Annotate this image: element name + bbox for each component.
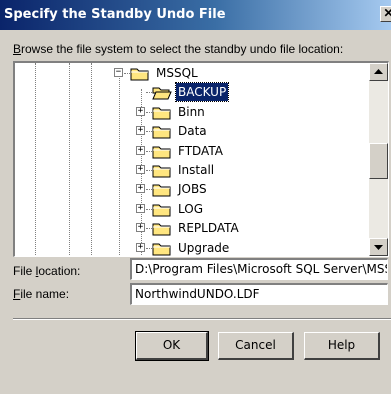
open-folder-icon (152, 85, 172, 101)
folder-icon (152, 124, 172, 140)
tree-guide-line (119, 73, 120, 256)
expand-icon[interactable]: + (136, 223, 145, 233)
scroll-down-button[interactable] (369, 238, 388, 256)
file-location-field[interactable]: D:\Program Files\Microsoft SQL Server\MS… (130, 258, 388, 280)
instruction-accelerator: B (13, 42, 22, 56)
file-name-label-post: ile name: (20, 287, 70, 301)
file-location-label-pre: File (13, 264, 36, 278)
tree-guide-line (91, 63, 92, 256)
tree-item-label: BACKUP (174, 82, 230, 103)
cancel-button[interactable]: Cancel (218, 332, 294, 360)
expand-icon[interactable]: + (136, 145, 145, 155)
expand-icon[interactable]: + (136, 203, 145, 213)
folder-icon (152, 241, 172, 256)
tree-item-label: LOG (178, 201, 204, 216)
help-button[interactable]: Help (304, 332, 380, 360)
tree-item-label: Binn (178, 104, 205, 119)
scroll-thumb[interactable] (369, 143, 388, 179)
tree-guide-line (69, 63, 70, 256)
file-location-label-post: ocation: (38, 264, 81, 278)
expand-icon[interactable]: + (136, 242, 145, 252)
tree-item-label: MSSQL (156, 66, 198, 80)
tree-item-label: Upgrade (178, 240, 230, 255)
tree-item-label: JOBS (178, 182, 207, 197)
file-name-field[interactable]: NorthwindUNDO.LDF (130, 283, 388, 305)
folder-tree[interactable]: − MSSQL BACKUP + Binn + Data + FTDATA + Install + JO… (13, 61, 389, 257)
tree-item-label: REPLDATA (178, 221, 239, 236)
file-name-label: File name: (13, 287, 69, 301)
expand-icon[interactable]: + (136, 126, 145, 136)
file-name-value: NorthwindUNDO.LDF (135, 287, 260, 301)
close-icon: ✕ (383, 6, 391, 20)
title-bar[interactable]: Specify the Standby Undo File ✕ (0, 0, 391, 30)
file-location-value: D:\Program Files\Microsoft SQL Server\MS… (135, 262, 388, 276)
folder-icon (152, 105, 172, 121)
arrow-up-icon (374, 69, 383, 74)
tree-scrollbar[interactable] (369, 63, 388, 256)
collapse-icon[interactable]: − (114, 68, 123, 77)
tree-item-label: Install (178, 163, 215, 177)
folder-icon (130, 66, 150, 82)
folder-icon (152, 202, 172, 218)
expand-icon[interactable]: + (136, 184, 145, 194)
arrow-down-icon (374, 245, 383, 250)
folder-icon (152, 144, 172, 160)
file-location-label: File location: (13, 264, 80, 278)
tree-guide-line (35, 63, 36, 256)
folder-icon (152, 182, 172, 198)
expand-icon[interactable]: + (136, 165, 145, 174)
ok-button[interactable]: OK (135, 331, 209, 361)
close-button[interactable]: ✕ (380, 6, 391, 22)
folder-icon (152, 221, 172, 237)
instruction-text: Browse the file system to select the sta… (13, 42, 343, 56)
expand-icon[interactable]: + (136, 106, 145, 116)
instruction-rest: rowse the file system to select the stan… (21, 42, 344, 56)
separator (13, 318, 391, 320)
scroll-up-button[interactable] (369, 63, 388, 81)
tree-item-label: FTDATA (178, 143, 223, 158)
tree-item-label: Data (178, 124, 207, 139)
window-title: Specify the Standby Undo File (4, 7, 226, 22)
folder-icon (152, 163, 172, 179)
